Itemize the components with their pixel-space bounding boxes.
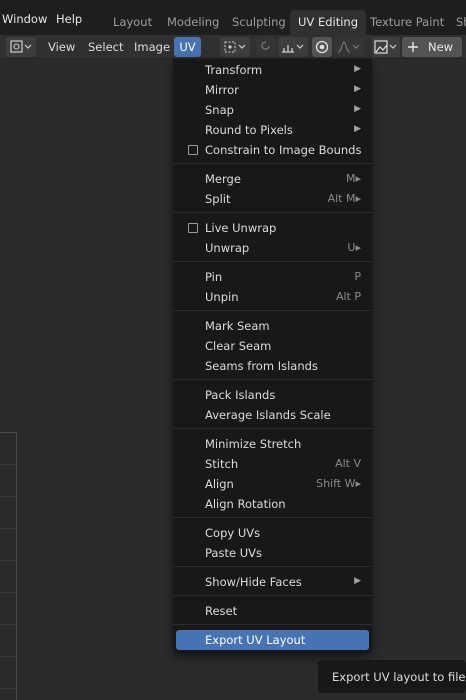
header-menu-uv[interactable]: UV <box>174 37 201 57</box>
menu-item-average-islands-scale[interactable]: Average Islands Scale <box>176 405 369 425</box>
menu-separator <box>173 566 372 567</box>
menu-separator <box>173 261 372 262</box>
uv-editor-icon <box>10 40 32 53</box>
editor-type-button[interactable] <box>6 37 36 57</box>
menu-item-unwrap[interactable]: Unwrap U▸ <box>176 238 369 258</box>
menu-separator <box>173 428 372 429</box>
submenu-arrow-icon: ▶ <box>354 576 361 586</box>
header-menu-view[interactable]: View <box>48 40 75 54</box>
side-panel <box>0 432 17 700</box>
sticky-select-icon <box>261 41 270 50</box>
menu-item-round-to-pixels[interactable]: Round to Pixels ▶ <box>176 120 369 140</box>
image-icon <box>374 40 397 54</box>
image-browse-button[interactable] <box>372 37 400 57</box>
menu-item-stitch[interactable]: Stitch Alt V <box>176 454 369 474</box>
submenu-arrow-icon: ▶ <box>354 104 361 114</box>
snap-icon <box>282 44 304 53</box>
tooltip: Export UV layout to file. <box>318 660 466 693</box>
tab-shading-partial[interactable]: Sh <box>448 10 466 35</box>
menu-separator <box>173 163 372 164</box>
new-button-label: New <box>428 40 454 54</box>
menu-item-copy-uvs[interactable]: Copy UVs <box>176 523 369 543</box>
pivot-icon <box>224 41 246 53</box>
menu-window[interactable]: Window <box>2 12 47 26</box>
menu-item-clear-seam[interactable]: Clear Seam <box>176 336 369 356</box>
panel-divider <box>0 656 17 657</box>
submenu-arrow-icon: ▶ <box>354 124 361 134</box>
menu-separator <box>173 310 372 311</box>
menu-item-pack-islands[interactable]: Pack Islands <box>176 385 369 405</box>
menu-item-merge[interactable]: Merge M▸ <box>176 169 369 189</box>
tab-uv-editing[interactable]: UV Editing <box>290 10 366 35</box>
menu-separator <box>173 379 372 380</box>
panel-divider <box>0 496 17 497</box>
menu-item-transform[interactable]: Transform ▶ <box>176 60 369 80</box>
menu-item-export-uv-layout[interactable]: Export UV Layout <box>176 630 369 650</box>
falloff-curve-icon <box>337 41 360 53</box>
tab-texture-paint[interactable]: Texture Paint <box>362 10 452 35</box>
menu-item-align[interactable]: Align Shift W▸ <box>176 474 369 494</box>
top-bar: Window Help Layout Modeling Sculpting UV… <box>0 0 466 35</box>
menu-item-mirror[interactable]: Mirror ▶ <box>176 80 369 100</box>
sticky-selection-button[interactable] <box>256 37 276 57</box>
editor-header: View Select Image UV New <box>0 35 466 59</box>
tab-layout[interactable]: Layout <box>105 10 160 35</box>
tab-sculpting[interactable]: Sculpting <box>224 10 294 35</box>
menu-item-align-rotation[interactable]: Align Rotation <box>176 494 369 514</box>
menu-separator <box>173 595 372 596</box>
menu-item-constrain-to-image-bounds[interactable]: Constrain to Image Bounds <box>176 140 369 160</box>
menu-item-seams-from-islands[interactable]: Seams from Islands <box>176 356 369 376</box>
menu-item-show-hide-faces[interactable]: Show/Hide Faces ▶ <box>176 572 369 592</box>
menu-item-pin[interactable]: Pin P <box>176 267 369 287</box>
new-image-button[interactable]: New <box>402 37 462 57</box>
menu-item-reset[interactable]: Reset <box>176 601 369 621</box>
panel-divider <box>0 560 17 561</box>
checkbox-icon[interactable] <box>188 145 198 155</box>
menu-separator <box>173 212 372 213</box>
pivot-point-button[interactable] <box>220 37 250 57</box>
tab-modeling[interactable]: Modeling <box>159 10 227 35</box>
panel-divider <box>0 592 17 593</box>
checkbox-icon[interactable] <box>188 223 198 233</box>
menu-separator <box>173 624 372 625</box>
menu-item-live-unwrap[interactable]: Live Unwrap <box>176 218 369 238</box>
header-menu-image[interactable]: Image <box>134 40 170 54</box>
submenu-arrow-icon: ▶ <box>354 84 361 94</box>
header-menu-select[interactable]: Select <box>88 40 123 54</box>
proportional-editing-button[interactable] <box>312 37 332 57</box>
menu-item-mark-seam[interactable]: Mark Seam <box>176 316 369 336</box>
snap-button[interactable] <box>278 37 308 57</box>
menu-item-minimize-stretch[interactable]: Minimize Stretch <box>176 434 369 454</box>
submenu-arrow-icon: ▶ <box>354 64 361 74</box>
menu-help[interactable]: Help <box>56 12 82 26</box>
panel-divider <box>0 688 17 689</box>
panel-divider <box>0 624 17 625</box>
menu-item-paste-uvs[interactable]: Paste UVs <box>176 543 369 563</box>
uv-dropdown-menu: Transform ▶ Mirror ▶ Snap ▶ Round to Pix… <box>173 59 372 653</box>
menu-separator <box>173 517 372 518</box>
menu-item-snap[interactable]: Snap ▶ <box>176 100 369 120</box>
plus-icon <box>408 42 418 52</box>
falloff-button[interactable] <box>334 37 364 57</box>
proportional-edit-icon <box>315 40 329 54</box>
panel-divider <box>0 528 17 529</box>
menu-item-unpin[interactable]: Unpin Alt P <box>176 287 369 307</box>
panel-divider <box>0 464 17 465</box>
menu-item-split[interactable]: Split Alt M▸ <box>176 189 369 209</box>
